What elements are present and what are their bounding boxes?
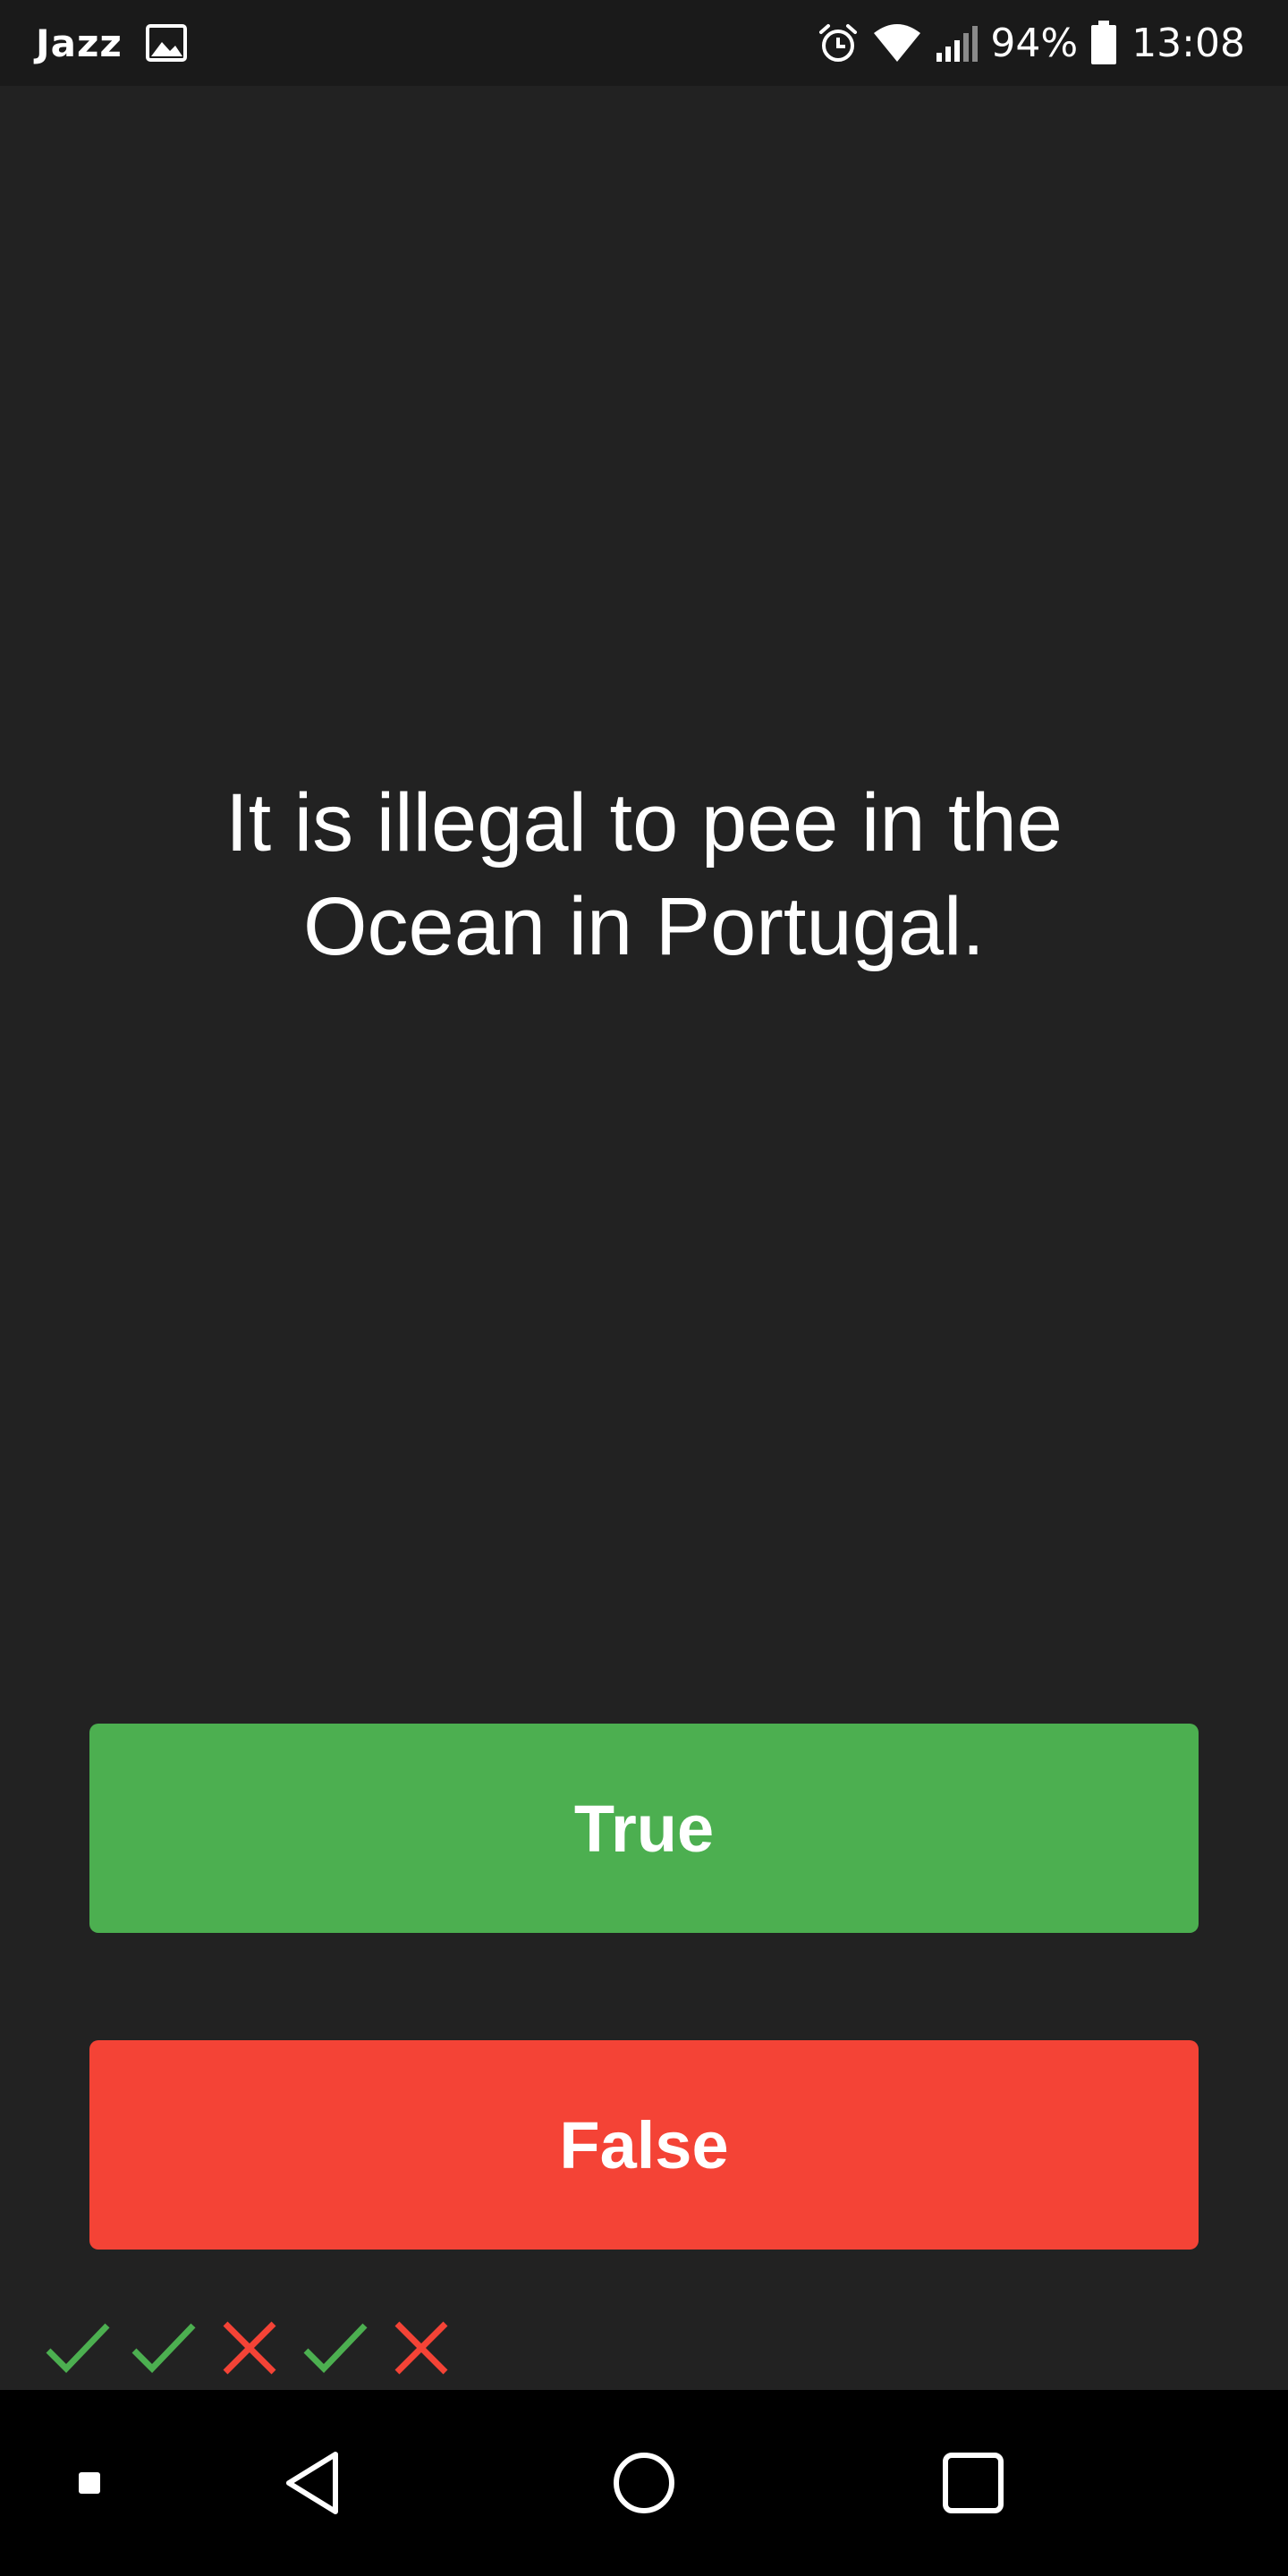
answer-history (43, 2317, 472, 2379)
recents-icon (943, 2453, 1004, 2513)
recents-button[interactable] (919, 2390, 1027, 2576)
false-button[interactable]: False (89, 2040, 1199, 2250)
status-right: 94% 13:08 (804, 0, 1245, 86)
back-icon (286, 2452, 338, 2514)
quiz-screen: Jazz 94% 13:08 It is illegal to pee in t… (0, 0, 1288, 2576)
alarm-icon (819, 24, 858, 62)
battery-icon (1091, 21, 1117, 64)
battery-percentage: 94% (990, 20, 1079, 66)
check-icon (131, 2323, 196, 2374)
dot-icon (79, 2472, 100, 2494)
status-bar: Jazz 94% 13:08 (0, 0, 1288, 86)
clock: 13:08 (1131, 20, 1245, 66)
dot-button[interactable] (36, 2390, 143, 2576)
status-left: Jazz (36, 0, 187, 86)
back-button[interactable] (259, 2390, 367, 2576)
home-icon (614, 2453, 674, 2513)
false-button-label: False (559, 2107, 729, 2182)
true-button-label: True (573, 1791, 715, 1866)
image-icon (145, 24, 187, 62)
signal-icon (936, 26, 979, 62)
cross-icon (223, 2321, 276, 2375)
home-button[interactable] (590, 2390, 698, 2576)
cross-icon (394, 2321, 448, 2375)
question-text: It is illegal to pee in the Ocean in Por… (225, 777, 1063, 972)
check-icon (46, 2323, 110, 2374)
wifi-icon (874, 24, 921, 62)
carrier-name: Jazz (36, 21, 123, 65)
check-icon (303, 2323, 368, 2374)
navigation-bar (0, 2390, 1288, 2576)
true-button[interactable]: True (89, 1724, 1199, 1933)
